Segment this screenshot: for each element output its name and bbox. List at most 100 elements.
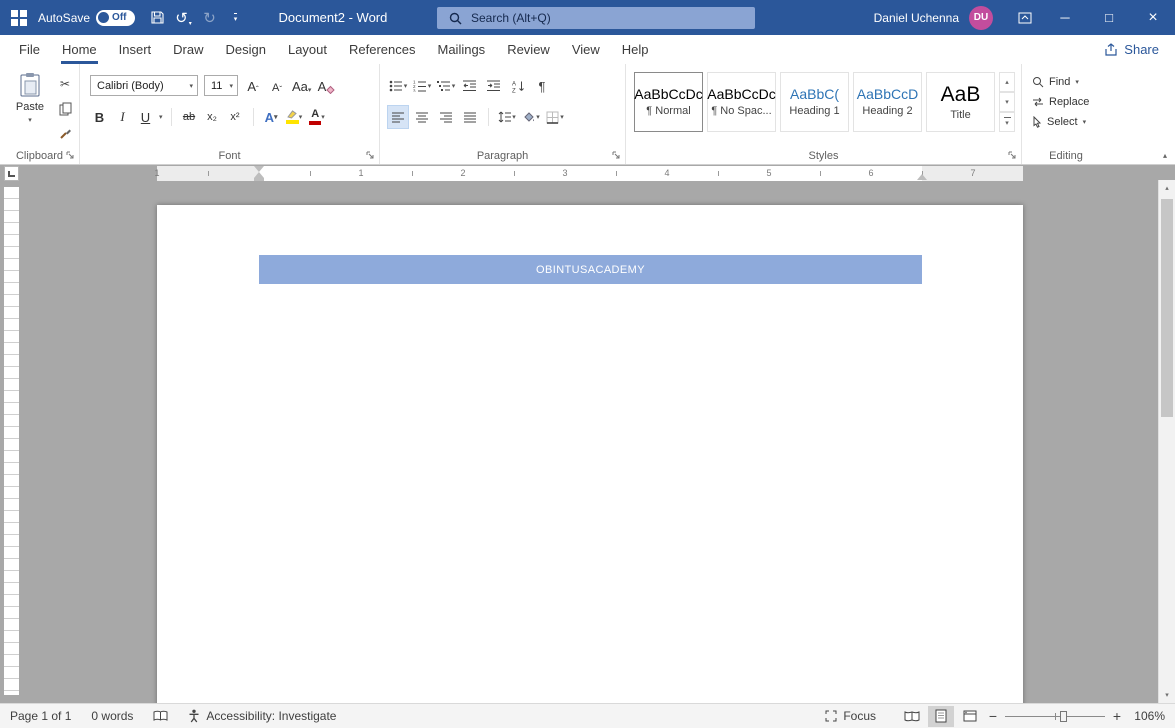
focus-mode-button[interactable]: Focus: [825, 709, 876, 723]
shrink-font-button[interactable]: Aˇ: [268, 76, 286, 96]
styles-scroll-down-button[interactable]: ▾: [999, 92, 1015, 112]
zoom-out-button[interactable]: −: [983, 706, 1003, 727]
font-color-button[interactable]: A ▾: [308, 106, 327, 128]
tab-mailings[interactable]: Mailings: [427, 35, 497, 64]
style-heading-1[interactable]: AaBbC( Heading 1: [780, 72, 849, 132]
customize-qat-button[interactable]: ▾: [223, 5, 249, 31]
subscript-button[interactable]: x₂: [203, 106, 222, 128]
underline-button[interactable]: U: [136, 106, 155, 128]
accessibility-checker-button[interactable]: Accessibility: Investigate: [188, 709, 336, 723]
horizontal-ruler[interactable]: 1 1 2 3 4 5 6 7: [157, 166, 1023, 181]
font-name-select[interactable]: Calibri (Body) ▾: [90, 75, 198, 96]
grow-font-button[interactable]: Aˆ: [244, 76, 262, 96]
vertical-scrollbar[interactable]: ▴ ▾: [1158, 180, 1175, 703]
zoom-slider-thumb[interactable]: [1060, 711, 1067, 722]
replace-button[interactable]: Replace: [1032, 96, 1089, 108]
title-banner[interactable]: OBINTUSACADEMY: [259, 255, 922, 284]
align-center-button[interactable]: [412, 106, 432, 128]
italic-button[interactable]: I: [113, 106, 132, 128]
user-avatar[interactable]: DU: [969, 6, 993, 30]
zoom-in-button[interactable]: +: [1107, 706, 1127, 727]
shading-button[interactable]: ▾: [521, 106, 541, 128]
select-button[interactable]: Select ▾: [1032, 116, 1089, 128]
zoom-level[interactable]: 106%: [1127, 709, 1165, 723]
left-indent-marker[interactable]: [254, 178, 264, 181]
align-left-button[interactable]: [388, 106, 408, 128]
redo-button[interactable]: ↻: [197, 5, 223, 31]
scroll-down-button[interactable]: ▾: [1159, 687, 1175, 703]
autosave-switch[interactable]: Off: [96, 10, 134, 26]
styles-dialog-launcher[interactable]: [1008, 151, 1017, 160]
styles-scroll-up-button[interactable]: ▴: [999, 72, 1015, 92]
strikethrough-button[interactable]: ab: [180, 106, 199, 128]
font-size-select[interactable]: 11 ▾: [204, 75, 238, 96]
page-indicator[interactable]: Page 1 of 1: [10, 709, 71, 723]
bold-button[interactable]: B: [90, 106, 109, 128]
style-title[interactable]: AaB Title: [926, 72, 995, 132]
vertical-ruler[interactable]: [4, 187, 19, 695]
close-button[interactable]: ×: [1131, 0, 1175, 35]
save-button[interactable]: [145, 5, 171, 31]
text-effects-button[interactable]: A▾: [262, 106, 281, 128]
sort-button[interactable]: AZ: [508, 75, 528, 97]
word-count[interactable]: 0 words: [91, 709, 133, 723]
tab-design[interactable]: Design: [215, 35, 277, 64]
decrease-indent-button[interactable]: [460, 75, 480, 97]
line-spacing-button[interactable]: ▾: [497, 106, 517, 128]
multilevel-list-button[interactable]: ▾: [436, 75, 456, 97]
chevron-down-icon[interactable]: ▾: [159, 113, 163, 121]
scrollbar-thumb[interactable]: [1161, 199, 1173, 417]
justify-button[interactable]: [460, 106, 480, 128]
clear-formatting-button[interactable]: A: [317, 76, 335, 96]
paste-button[interactable]: Paste ▾: [8, 72, 52, 124]
superscript-button[interactable]: x²: [226, 106, 245, 128]
style-heading-2[interactable]: AaBbCcD Heading 2: [853, 72, 922, 132]
undo-button[interactable]: ↺▾: [171, 5, 197, 31]
zoom-slider[interactable]: [1005, 708, 1105, 725]
copy-button[interactable]: [56, 101, 74, 116]
ribbon-display-options-button[interactable]: [1007, 0, 1043, 35]
tab-file[interactable]: File: [8, 35, 51, 64]
format-painter-button[interactable]: [56, 126, 74, 141]
cut-button[interactable]: ✂: [56, 76, 74, 91]
highlight-button[interactable]: ▾: [285, 106, 304, 128]
paragraph-dialog-launcher[interactable]: [612, 151, 621, 160]
maximize-button[interactable]: □: [1087, 0, 1131, 35]
collapse-ribbon-button[interactable]: ▴: [1163, 151, 1167, 160]
increase-indent-button[interactable]: [484, 75, 504, 97]
clipboard-dialog-launcher[interactable]: [66, 151, 75, 160]
tab-draw[interactable]: Draw: [162, 35, 214, 64]
tab-stop-selector[interactable]: [4, 166, 19, 181]
print-layout-button[interactable]: [928, 706, 954, 727]
show-formatting-marks-button[interactable]: ¶: [532, 75, 552, 97]
numbering-button[interactable]: 123 ▾: [412, 75, 432, 97]
change-case-button[interactable]: Aa▾: [292, 76, 311, 96]
scroll-up-button[interactable]: ▴: [1159, 180, 1175, 196]
share-button[interactable]: Share: [1104, 35, 1175, 64]
proofing-status-button[interactable]: [153, 710, 168, 722]
find-button[interactable]: Find ▾: [1032, 76, 1089, 88]
word-app-icon[interactable]: [0, 10, 38, 26]
right-indent-marker[interactable]: [917, 174, 927, 180]
tab-insert[interactable]: Insert: [108, 35, 163, 64]
document-page[interactable]: OBINTUSACADEMY: [157, 205, 1023, 703]
bullets-button[interactable]: ▾: [388, 75, 408, 97]
search-box[interactable]: Search (Alt+Q): [437, 7, 755, 29]
align-right-button[interactable]: [436, 106, 456, 128]
tab-review[interactable]: Review: [496, 35, 561, 64]
styles-gallery-expand-button[interactable]: ▾: [999, 112, 1015, 132]
tab-references[interactable]: References: [338, 35, 426, 64]
user-name[interactable]: Daniel Uchenna: [874, 11, 959, 25]
read-mode-button[interactable]: [899, 706, 925, 727]
font-dialog-launcher[interactable]: [366, 151, 375, 160]
tab-view[interactable]: View: [561, 35, 611, 64]
style-no-spacing[interactable]: AaBbCcDc ¶ No Spac...: [707, 72, 776, 132]
web-layout-button[interactable]: [957, 706, 983, 727]
tab-home[interactable]: Home: [51, 35, 108, 64]
borders-button[interactable]: ▾: [545, 106, 565, 128]
tab-layout[interactable]: Layout: [277, 35, 338, 64]
style-normal[interactable]: AaBbCcDc ¶ Normal: [634, 72, 703, 132]
tab-help[interactable]: Help: [611, 35, 660, 64]
autosave-toggle[interactable]: AutoSave Off: [38, 10, 135, 26]
minimize-button[interactable]: ─: [1043, 0, 1087, 35]
